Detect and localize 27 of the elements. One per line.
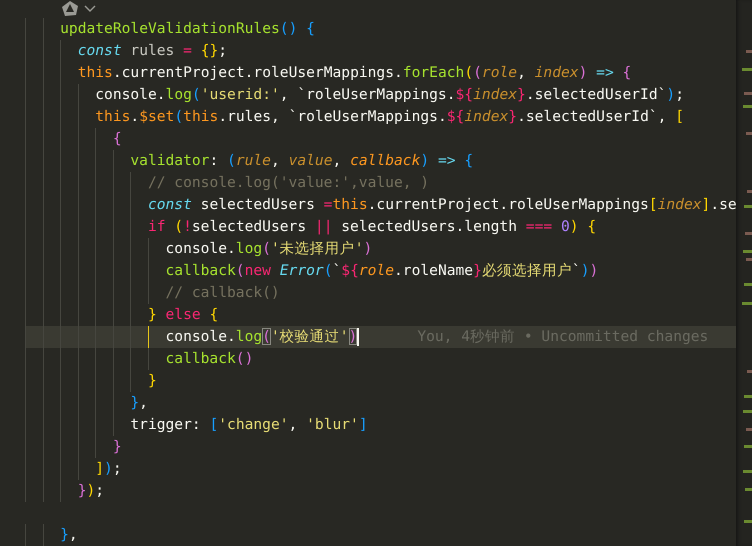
code-line: // callback() (166, 283, 280, 303)
code-line: } else { (148, 305, 218, 325)
code-line: { (112, 129, 122, 149)
code-line: validator: (rule, value, callback) => { (130, 151, 474, 171)
code-line: console.log('未选择用户') (166, 239, 372, 259)
code-line: const selectedUsers =this.currentProject.roleUserMappings[index].se (148, 195, 736, 215)
code-line: }, (60, 525, 78, 545)
code-line: trigger: ['change', 'blur'] (130, 415, 368, 435)
code-line: // console.log('value:',value, ) (148, 173, 430, 193)
minimap[interactable] (736, 0, 752, 546)
code-line: }); (78, 481, 104, 501)
code-line: }, (130, 393, 148, 413)
code-line: console.log('userid:', `roleUserMappings.${index}.selectedUserId`); (95, 85, 684, 105)
code-line: callback() (166, 349, 254, 369)
code-line: console.log('校验通过') (166, 327, 358, 347)
code-line: } (112, 437, 122, 457)
chevron-down-icon[interactable] (84, 5, 96, 13)
code-line: const rules = {}; (78, 41, 228, 61)
code-line: this.$set(this.rules, `roleUserMappings.${index}.selectedUserId`, [ (95, 107, 684, 127)
code-line: ]); (95, 459, 122, 479)
code-line: updateRoleValidationRules() { (60, 19, 315, 39)
code-line: if (!selectedUsers || selectedUsers.length === 0) { (148, 217, 596, 237)
code-line: this.currentProject.roleUserMappings.forEach((role, index) => { (78, 63, 632, 83)
code-line: } (148, 371, 157, 391)
code-line: callback(new Error(`${role.roleName}必须选择用户`)) (166, 261, 598, 281)
text-cursor (357, 328, 360, 346)
codelens-icon[interactable] (60, 0, 80, 18)
